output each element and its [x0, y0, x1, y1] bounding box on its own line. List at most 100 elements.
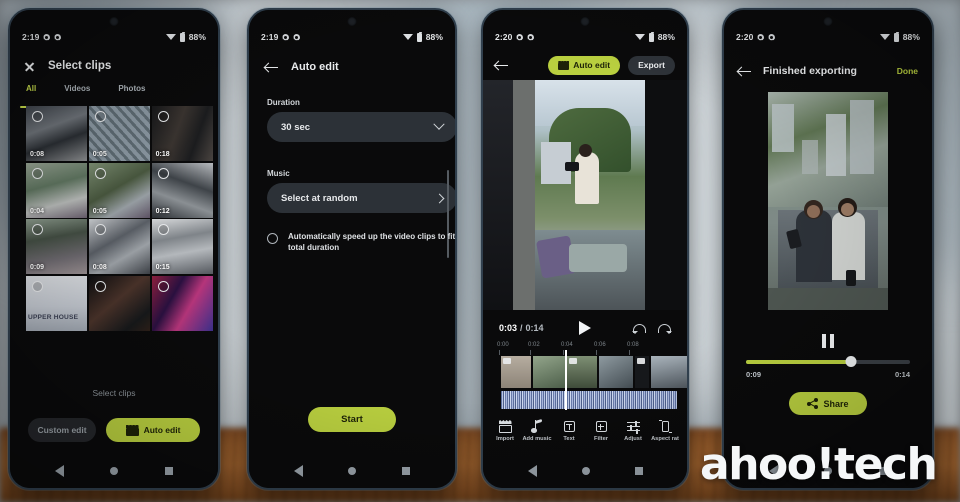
clip-duration: 0:08	[30, 151, 45, 158]
total-time: 0:14	[894, 370, 910, 379]
back-arrow-icon[interactable]	[495, 60, 508, 71]
nav-home-icon[interactable]	[110, 467, 119, 475]
tool-adjust[interactable]: Adjust	[617, 420, 649, 442]
tool-add-music[interactable]: Add music	[521, 418, 553, 442]
gear-icon	[757, 34, 764, 41]
wifi-icon	[634, 33, 645, 41]
clip-duration: 0:12	[155, 207, 170, 215]
clip-thumbnail[interactable]: 0:04	[26, 162, 88, 218]
clip-select-circle[interactable]	[32, 111, 43, 122]
battery-percent: 88%	[188, 32, 206, 42]
custom-edit-button[interactable]: Custom edit	[28, 418, 96, 442]
clip-select-circle[interactable]	[157, 280, 169, 292]
timeline-clip[interactable]	[599, 356, 633, 388]
play-button[interactable]	[579, 321, 591, 335]
share-button[interactable]: Share	[789, 392, 867, 415]
timeline-clip[interactable]	[651, 356, 687, 388]
tool-text[interactable]: Text	[553, 420, 585, 442]
back-arrow-icon[interactable]	[738, 66, 751, 77]
tool-aspect-ratio[interactable]: Aspect rat	[649, 420, 681, 442]
clip-thumbnail[interactable]: 0:15	[151, 219, 213, 274]
tool-import[interactable]: Import	[489, 420, 521, 442]
clip-thumbnail[interactable]: 0:08	[26, 106, 88, 161]
clip-thumbnail[interactable]	[151, 275, 213, 331]
clip-select-circle[interactable]	[157, 224, 169, 235]
phone3-screen: 2:20 88% Auto edit Export 0:03 / 0:14 0:…	[483, 10, 687, 488]
progress-slider[interactable]	[746, 356, 910, 367]
timeline-clips[interactable]	[501, 356, 687, 388]
timeline-clip[interactable]	[635, 356, 649, 388]
clip-select-circle[interactable]	[32, 167, 43, 179]
close-icon[interactable]	[24, 61, 35, 72]
timeline-clip[interactable]	[533, 356, 565, 388]
exported-video-preview[interactable]	[768, 92, 888, 310]
auto-edit-button[interactable]: Auto edit	[548, 55, 621, 75]
speedup-radio[interactable]	[267, 233, 278, 244]
wifi-icon	[879, 33, 890, 41]
grid-row: 0:08 0:05 0:18	[26, 106, 213, 161]
clip-select-circle[interactable]	[94, 167, 106, 179]
progress-knob[interactable]	[845, 356, 857, 367]
done-button[interactable]: Done	[897, 66, 918, 76]
nav-recents-icon[interactable]	[402, 467, 411, 475]
back-arrow-icon[interactable]	[265, 62, 278, 73]
phone4-screen: 2:20 88% Finished exporting Done 0:09 0:…	[724, 10, 932, 488]
battery-icon	[648, 31, 654, 42]
timeline-clip[interactable]	[501, 356, 531, 388]
battery-icon	[179, 31, 185, 42]
phone3-header-buttons: Auto edit Export	[548, 55, 675, 75]
gear-icon	[43, 34, 50, 41]
clip-select-circle[interactable]	[94, 111, 106, 122]
timeline-clip[interactable]	[567, 356, 597, 388]
status-time: 2:19	[22, 32, 40, 42]
duration-value: 30 sec	[281, 121, 311, 133]
clip-select-circle[interactable]	[94, 224, 106, 235]
undo-redo-group	[632, 323, 672, 334]
clip-thumbnail[interactable]	[88, 275, 151, 331]
start-button[interactable]: Start	[308, 407, 396, 432]
speedup-option-row[interactable]: Automatically speed up the video clips t…	[267, 232, 455, 254]
undo-icon[interactable]	[632, 323, 646, 334]
audio-waveform[interactable]	[501, 391, 677, 409]
nav-back-icon[interactable]	[527, 465, 537, 477]
pause-button[interactable]	[822, 334, 834, 348]
tab-videos[interactable]: Videos	[64, 84, 90, 102]
clip-thumbnail[interactable]: 0:05	[88, 162, 151, 218]
video-preview[interactable]	[483, 80, 687, 310]
clip-thumbnail[interactable]: 0:09	[26, 219, 88, 274]
nav-home-icon[interactable]	[581, 467, 590, 475]
tab-photos[interactable]: Photos	[118, 84, 145, 102]
front-camera-icon	[823, 17, 833, 26]
duration-select[interactable]: 30 sec	[267, 112, 455, 142]
clip-thumbnail[interactable]: 0:05	[88, 106, 151, 161]
clip-select-circle[interactable]	[157, 111, 169, 122]
export-button[interactable]: Export	[628, 55, 675, 75]
tab-all[interactable]: All	[19, 84, 43, 108]
redo-icon[interactable]	[658, 323, 672, 334]
timeline-playhead[interactable]	[565, 350, 567, 410]
clip-thumbnail[interactable]: 0:12	[151, 162, 213, 218]
nav-recents-icon[interactable]	[164, 467, 173, 475]
nav-home-icon[interactable]	[348, 467, 357, 475]
nav-recents-icon[interactable]	[634, 467, 643, 475]
clip-select-circle[interactable]	[157, 167, 169, 179]
clip-select-circle[interactable]	[32, 280, 43, 292]
clip-badge-icon	[637, 358, 645, 364]
sliders-icon	[626, 420, 640, 434]
wifi-icon	[402, 33, 413, 41]
clip-thumbnail[interactable]: 0:08	[88, 219, 151, 274]
text-box-icon	[563, 420, 576, 433]
ruler-tick: 0:06	[594, 342, 606, 348]
clip-select-circle[interactable]	[32, 224, 43, 235]
tool-filter[interactable]: Filter	[585, 420, 617, 442]
clip-thumbnail[interactable]: UPPER HOUSE	[26, 275, 88, 331]
clip-select-circle[interactable]	[94, 280, 106, 292]
clip-thumbnail[interactable]: 0:18	[151, 106, 213, 161]
custom-edit-label: Custom edit	[37, 425, 87, 435]
nav-back-icon[interactable]	[55, 465, 65, 477]
music-select[interactable]: Select at random	[267, 183, 455, 213]
auto-edit-button[interactable]: Auto edit	[106, 418, 200, 442]
clip-duration: 0:04	[30, 207, 45, 215]
front-camera-icon	[347, 17, 357, 26]
nav-back-icon[interactable]	[293, 465, 303, 477]
